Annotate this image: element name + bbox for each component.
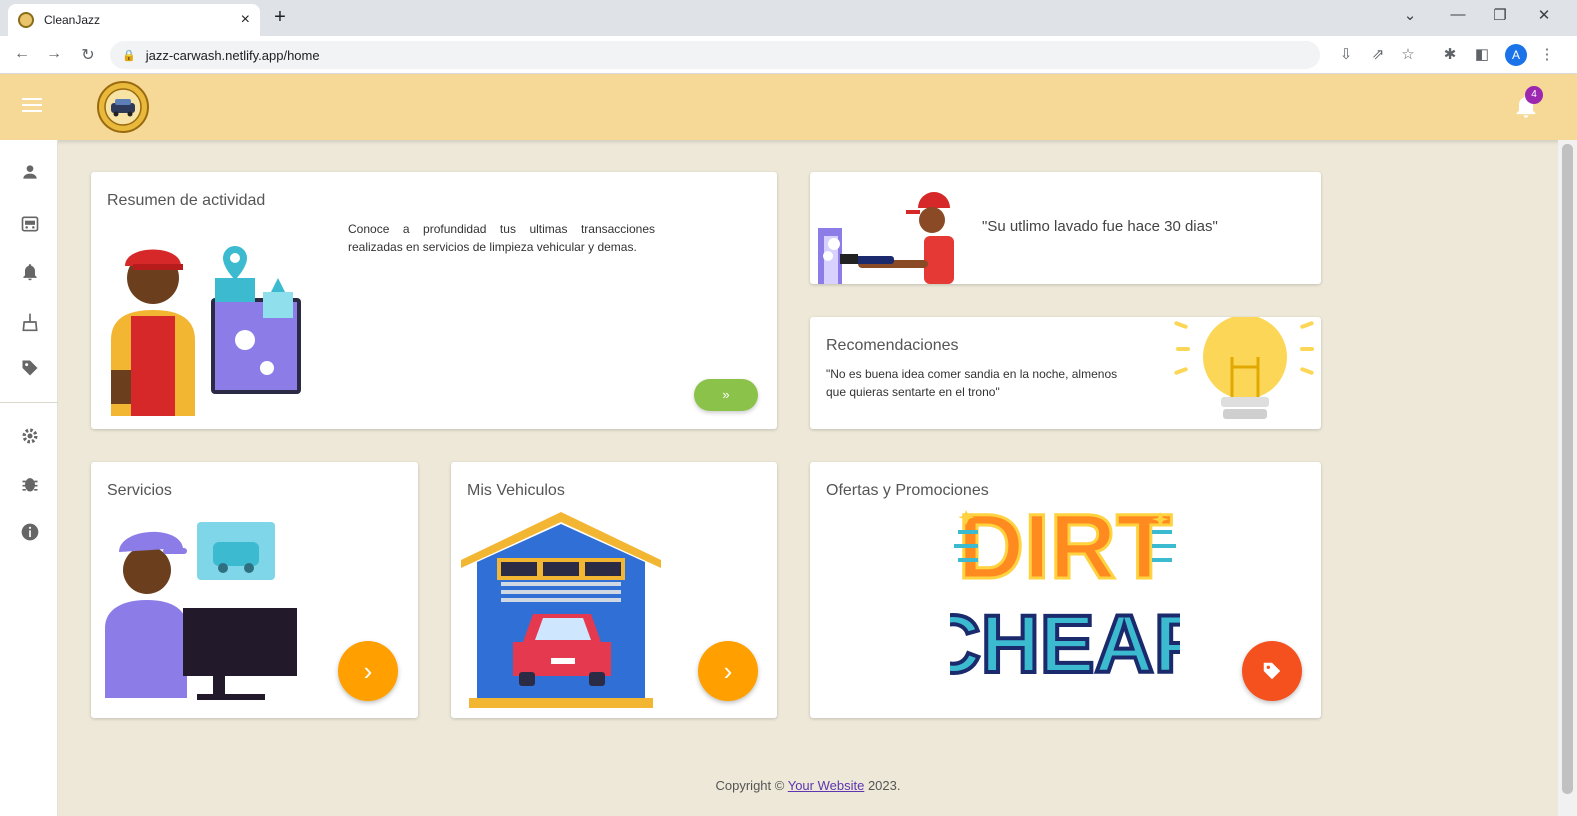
recommendations-text: "No es buena idea comer sandia en la noc… xyxy=(826,367,1118,399)
scrollbar-thumb[interactable] xyxy=(1562,144,1573,794)
forward-icon[interactable]: → xyxy=(44,45,64,63)
logo-icon xyxy=(97,81,149,133)
vehicles-card: Mis Vehiculos › xyxy=(451,462,777,718)
app-header xyxy=(0,74,1577,140)
recommendations-title: Recomendaciones xyxy=(826,337,959,354)
promo-line-2: CHEAP xyxy=(950,599,1180,686)
reload-icon[interactable]: ↻ xyxy=(78,45,98,65)
broom-icon[interactable] xyxy=(20,312,40,332)
worker-illustration xyxy=(111,246,301,416)
restore-icon[interactable]: ❐ xyxy=(1488,6,1512,24)
garage-illustration xyxy=(461,512,661,708)
notification-badge: 4 xyxy=(1525,86,1543,104)
promo-line-1: DIRT xyxy=(958,496,1173,598)
promo-illustration: DIRT CHEAP xyxy=(950,496,1180,686)
bell-icon[interactable] xyxy=(20,262,40,282)
new-tab-button[interactable]: + xyxy=(268,6,292,29)
recommendations-card: Recomendaciones "No es buena idea comer … xyxy=(810,317,1321,429)
favicon-icon xyxy=(18,12,34,28)
offers-card: Ofertas y Promociones DIRT CHEAP xyxy=(810,462,1321,718)
browser-tab[interactable]: CleanJazz × xyxy=(8,4,260,36)
profile-avatar[interactable]: A xyxy=(1505,44,1527,66)
activity-summary-text: Conoce a profundidad tus ultimas transac… xyxy=(348,222,655,254)
services-go-button[interactable]: › xyxy=(338,641,398,701)
scrollbar[interactable] xyxy=(1558,140,1577,816)
vehicles-go-button[interactable]: › xyxy=(698,641,758,701)
lightbulb-illustration xyxy=(1174,317,1314,419)
bug-icon[interactable] xyxy=(20,474,40,494)
browser-menu-icon[interactable]: ⋮ xyxy=(1537,45,1557,63)
footer-prefix: Copyright © xyxy=(715,778,788,793)
install-icon[interactable]: ⇩ xyxy=(1336,45,1356,63)
tab-search-icon[interactable]: ⌄ xyxy=(1398,6,1422,24)
menu-icon[interactable] xyxy=(22,98,42,112)
footer-suffix: 2023. xyxy=(864,778,901,793)
washer-illustration xyxy=(818,192,954,284)
back-icon[interactable]: ← xyxy=(12,45,32,63)
activity-summary-title: Resumen de actividad xyxy=(107,192,266,209)
url-text: jazz-carwash.netlify.app/home xyxy=(145,47,320,63)
vehicles-title: Mis Vehiculos xyxy=(467,482,565,499)
side-panel-icon[interactable]: ◧ xyxy=(1472,45,1492,63)
minimize-icon[interactable]: — xyxy=(1446,6,1470,23)
tab-title: CleanJazz xyxy=(44,13,101,27)
share-icon[interactable]: ⇗ xyxy=(1368,45,1388,63)
tag-icon[interactable] xyxy=(20,358,40,378)
activity-summary-card: Resumen de actividad Conoce a profundida… xyxy=(91,172,777,429)
lock-icon: 🔒 xyxy=(122,49,136,62)
services-card: Servicios › xyxy=(91,462,418,718)
gear-icon[interactable] xyxy=(20,426,40,446)
window-close-icon[interactable]: ✕ xyxy=(1532,6,1556,24)
sidebar xyxy=(0,140,58,816)
bookmark-star-icon[interactable]: ☆ xyxy=(1398,45,1418,63)
mechanic-illustration xyxy=(105,522,297,700)
address-bar: ← → ↻ 🔒 jazz-carwash.netlify.app/home ⇩ … xyxy=(0,36,1577,74)
person-icon[interactable] xyxy=(20,162,40,182)
activity-detail-button[interactable]: » xyxy=(694,379,758,411)
footer: Copyright © Your Website 2023. xyxy=(58,778,1558,793)
extensions-icon[interactable]: ✱ xyxy=(1440,45,1460,63)
browser-tab-strip: CleanJazz × + ⌄ — ❐ ✕ xyxy=(0,0,1577,36)
tag-icon xyxy=(1263,662,1281,680)
last-wash-card: "Su utlimo lavado fue hace 30 dias" xyxy=(810,172,1321,284)
url-field[interactable]: 🔒 jazz-carwash.netlify.app/home xyxy=(110,41,1320,69)
car-icon[interactable] xyxy=(20,214,40,234)
tab-close-icon[interactable]: × xyxy=(241,11,250,29)
offers-tag-button[interactable] xyxy=(1242,641,1302,701)
services-title: Servicios xyxy=(107,482,172,499)
footer-link[interactable]: Your Website xyxy=(788,778,865,793)
info-icon[interactable] xyxy=(20,522,40,542)
sidebar-divider xyxy=(0,402,58,403)
last-wash-text: "Su utlimo lavado fue hace 30 dias" xyxy=(982,218,1218,235)
